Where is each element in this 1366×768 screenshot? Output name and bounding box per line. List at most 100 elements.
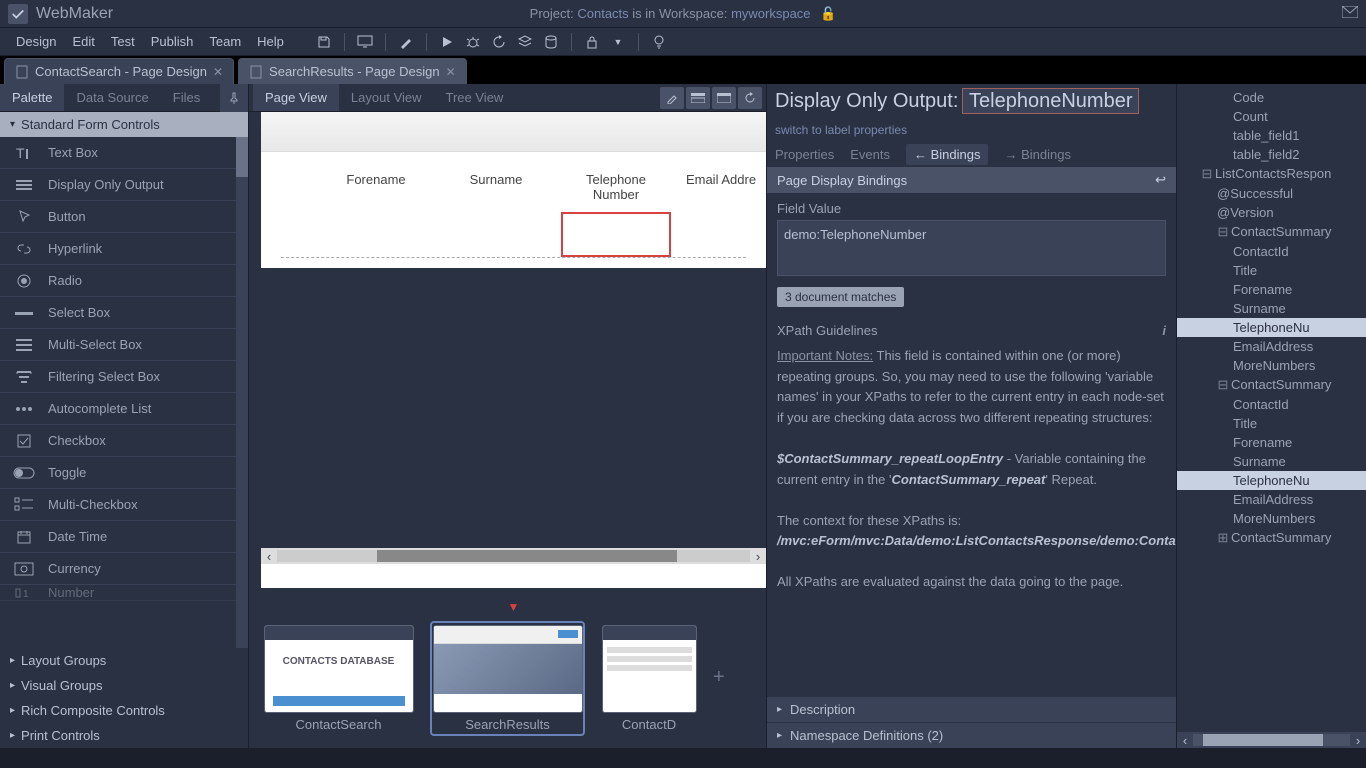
props-tab-bindings-in[interactable]: ← Bindings [906, 144, 988, 165]
sidebar-tab-files[interactable]: Files [161, 84, 212, 111]
info-icon[interactable]: i [1162, 321, 1166, 342]
matches-badge[interactable]: 3 document matches [777, 287, 904, 307]
thumb-contactsearch[interactable]: CONTACTS DATABASE ContactSearch [261, 625, 416, 732]
collapse-icon[interactable]: ⊟ [1201, 166, 1213, 182]
tree-node[interactable]: table_field2 [1177, 145, 1366, 164]
scroll-left-icon[interactable]: ‹ [1177, 733, 1193, 748]
tree-h-scrollbar[interactable]: ‹ › [1177, 732, 1366, 748]
pin-icon[interactable] [220, 84, 248, 112]
scroll-right-icon[interactable]: › [750, 549, 766, 564]
unlock-icon[interactable]: 🔓 [820, 6, 836, 21]
palette-item-number[interactable]: 1Number [0, 585, 248, 601]
refresh-icon[interactable] [738, 87, 762, 109]
save-icon[interactable] [312, 30, 336, 54]
tree-node[interactable]: Title [1177, 261, 1366, 280]
h-scrollbar[interactable]: ‹ › [261, 548, 766, 564]
sidebar-tab-palette[interactable]: Palette [0, 84, 64, 111]
sidebar-tab-datasource[interactable]: Data Source [64, 84, 160, 111]
menu-publish[interactable]: Publish [143, 30, 202, 53]
collapse-namespace[interactable]: ▸Namespace Definitions (2) [767, 722, 1176, 748]
tree-node[interactable]: Count [1177, 107, 1366, 126]
palette-item-toggle[interactable]: Toggle [0, 457, 248, 489]
tree-node[interactable]: EmailAddress [1177, 490, 1366, 509]
palette-item-radio[interactable]: Radio [0, 265, 248, 297]
layers-icon[interactable] [513, 30, 537, 54]
switch-label-link[interactable]: switch to label properties [767, 119, 1176, 141]
palette-item-displayonly[interactable]: Display Only Output [0, 169, 248, 201]
scroll-track[interactable] [277, 550, 750, 562]
col-telephone[interactable]: Telephone Number [561, 162, 671, 212]
tree-node[interactable]: ContactId [1177, 395, 1366, 414]
scroll-thumb[interactable] [377, 550, 677, 562]
edit-icon[interactable] [660, 87, 684, 109]
col-surname[interactable]: Surname [441, 162, 551, 212]
arrow-back-icon[interactable]: ↩ [1155, 172, 1166, 188]
database-icon[interactable] [539, 30, 563, 54]
close-icon[interactable]: ✕ [213, 65, 223, 79]
collapse-description[interactable]: ▸Description [767, 696, 1176, 722]
tree-node[interactable]: Code [1177, 88, 1366, 107]
menu-team[interactable]: Team [201, 30, 249, 53]
cell[interactable] [681, 212, 761, 257]
brush-icon[interactable] [394, 30, 418, 54]
palette-item-autocomplete[interactable]: Autocomplete List [0, 393, 248, 425]
table-row[interactable] [281, 212, 746, 258]
props-tab-properties[interactable]: Properties [775, 147, 834, 162]
tree-node[interactable]: MoreNumbers [1177, 356, 1366, 375]
palette-item-textbox[interactable]: TText Box [0, 137, 248, 169]
tree-node[interactable]: ⊞ContactSummary [1177, 528, 1366, 548]
lock-icon[interactable] [580, 30, 604, 54]
cell-selected[interactable] [561, 212, 671, 257]
tree-node[interactable]: ContactId [1177, 242, 1366, 261]
close-icon[interactable]: ✕ [446, 65, 456, 79]
thumb-contactdetail[interactable]: ContactD [599, 625, 699, 732]
palette-item-button[interactable]: Button [0, 201, 248, 233]
cell[interactable] [441, 212, 551, 257]
scroll-thumb[interactable] [1203, 734, 1323, 746]
tree-node[interactable]: ⊟ContactSummary [1177, 375, 1366, 395]
palette-section-layout[interactable]: ▸Layout Groups [0, 648, 248, 673]
tree-node[interactable]: table_field1 [1177, 126, 1366, 145]
tree-node[interactable]: Forename [1177, 433, 1366, 452]
thumb-searchresults[interactable]: SearchResults [430, 621, 585, 736]
collapse-icon[interactable]: ⊟ [1217, 377, 1229, 393]
props-tab-events[interactable]: Events [850, 147, 890, 162]
tree-node[interactable]: @Successful [1177, 184, 1366, 203]
project-link[interactable]: Contacts [577, 6, 628, 21]
scrollbar-thumb[interactable] [236, 137, 248, 177]
lightbulb-icon[interactable] [647, 30, 671, 54]
refresh-icon[interactable] [487, 30, 511, 54]
props-title-value[interactable]: TelephoneNumber [962, 88, 1139, 114]
play-icon[interactable] [435, 30, 459, 54]
col-email[interactable]: Email Addre [681, 162, 761, 212]
scroll-left-icon[interactable]: ‹ [261, 549, 277, 564]
menu-design[interactable]: Design [8, 30, 64, 53]
props-tab-bindings-out[interactable]: → Bindings [1004, 147, 1070, 162]
tree-node[interactable]: @Version [1177, 203, 1366, 222]
view-tab-page[interactable]: Page View [253, 84, 339, 111]
tree-node[interactable]: TelephoneNu [1177, 318, 1366, 337]
palette-item-datetime[interactable]: Date Time [0, 521, 248, 553]
expand-icon[interactable]: ⊞ [1217, 530, 1229, 546]
palette-item-multicheckbox[interactable]: Multi-Checkbox [0, 489, 248, 521]
menu-edit[interactable]: Edit [64, 30, 102, 53]
layout2-icon[interactable] [712, 87, 736, 109]
view-tab-layout[interactable]: Layout View [339, 84, 434, 111]
tab-searchresults[interactable]: SearchResults - Page Design ✕ [238, 58, 467, 84]
collapse-icon[interactable]: ⊟ [1217, 224, 1229, 240]
tree-node[interactable]: EmailAddress [1177, 337, 1366, 356]
add-page-button[interactable]: + [713, 666, 737, 690]
monitor-icon[interactable] [353, 30, 377, 54]
menu-test[interactable]: Test [103, 30, 143, 53]
palette-item-multiselect[interactable]: Multi-Select Box [0, 329, 248, 361]
chevron-down-icon[interactable]: ▼ [606, 30, 630, 54]
tree-node[interactable]: ⊟ListContactsRespon [1177, 164, 1366, 184]
data-tree[interactable]: CodeCounttable_field1table_field2⊟ListCo… [1177, 84, 1366, 748]
tree-node[interactable]: Title [1177, 414, 1366, 433]
tree-node[interactable]: MoreNumbers [1177, 509, 1366, 528]
menu-help[interactable]: Help [249, 30, 292, 53]
layout1-icon[interactable] [686, 87, 710, 109]
tree-node[interactable]: Surname [1177, 299, 1366, 318]
palette-section-visual[interactable]: ▸Visual Groups [0, 673, 248, 698]
workspace-link[interactable]: myworkspace [731, 6, 810, 21]
